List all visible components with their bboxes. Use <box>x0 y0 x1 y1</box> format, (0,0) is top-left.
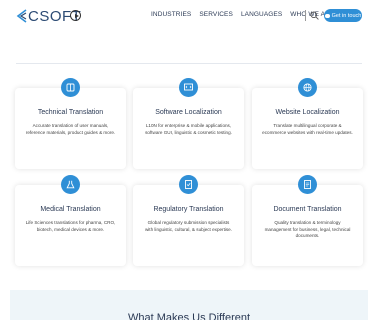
nav-industries[interactable]: INDUSTRIES <box>151 11 191 18</box>
document-check-icon <box>179 175 198 194</box>
globe-icon <box>298 78 317 97</box>
cta-label: Get in touch <box>331 12 362 19</box>
card-title: Software Localization <box>155 109 222 116</box>
card-description: Accurate translation of user manuals, re… <box>25 123 116 135</box>
card-description: Life Sciences translations for pharma, C… <box>25 220 116 232</box>
differentiators-section: What Makes Us Different <box>10 290 368 320</box>
card-regulatory-translation[interactable]: Regulatory Translation Global regulatory… <box>133 175 244 266</box>
card-title: Document Translation <box>273 206 342 213</box>
card-title: Medical Translation <box>40 206 101 213</box>
nav-services[interactable]: SERVICES <box>199 11 233 18</box>
site-header: CSOFT INDUSTRIES SERVICES LANGUAGES WHO … <box>0 0 378 32</box>
play-video-button[interactable] <box>70 10 81 21</box>
card-title: Technical Translation <box>37 109 104 116</box>
flask-icon <box>61 175 80 194</box>
get-in-touch-button[interactable]: Get in touch <box>324 9 362 22</box>
card-description: Quality translation & terminology manage… <box>264 220 351 239</box>
card-technical-translation[interactable]: Technical Translation Accurate translati… <box>15 78 126 169</box>
section-divider <box>16 63 362 64</box>
card-document-translation[interactable]: Document Translation Quality translation… <box>252 175 363 266</box>
chat-icon <box>324 13 330 18</box>
book-icon <box>61 78 80 97</box>
card-software-localization[interactable]: Software Localization L10N for enterpris… <box>133 78 244 169</box>
nav-languages[interactable]: LANGUAGES <box>241 11 282 18</box>
card-title: Website Localization <box>275 109 340 116</box>
section-title: What Makes Us Different <box>127 312 251 320</box>
card-description: Translate multilingual corporate & ecomm… <box>262 123 353 135</box>
card-title: Regulatory Translation <box>153 206 224 213</box>
card-description: Global regulatory submission specialists… <box>144 220 233 232</box>
card-description: L10N for enterprise & mobile application… <box>145 123 232 135</box>
logo-mark-icon <box>16 9 27 23</box>
card-website-localization[interactable]: Website Localization Translate multiling… <box>252 78 363 169</box>
search-icon[interactable] <box>310 11 319 20</box>
nav-divider <box>305 10 306 21</box>
card-medical-translation[interactable]: Medical Translation Life Sciences transl… <box>15 175 126 266</box>
code-icon <box>179 78 198 97</box>
document-icon <box>298 175 317 194</box>
